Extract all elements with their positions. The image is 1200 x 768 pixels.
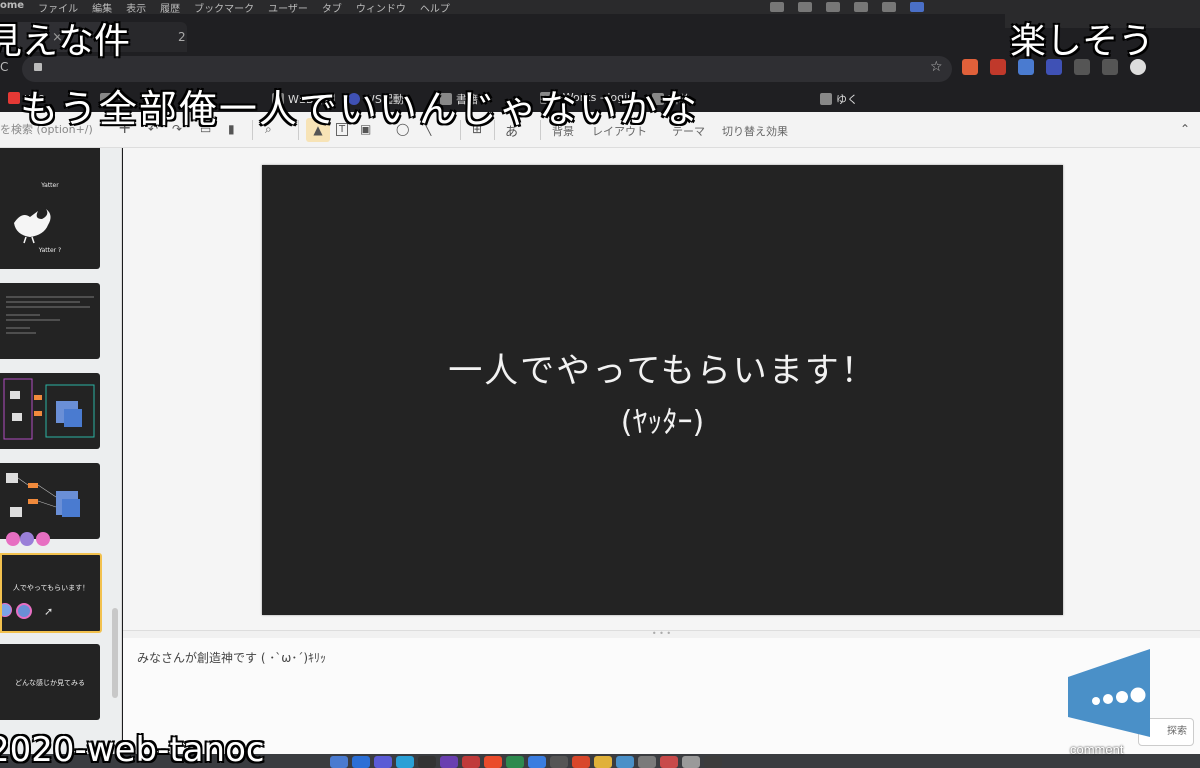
overlay-comment: 見えな件 xyxy=(0,20,131,63)
avatar xyxy=(2,603,12,617)
slide-thumbnail[interactable]: Yatter ? xyxy=(0,193,100,269)
volume-icon xyxy=(882,2,896,12)
extension-icon[interactable] xyxy=(962,59,978,75)
speaker-notes-text[interactable]: みなさんが創造神です ( ･`ω･´)ｷﾘｯ xyxy=(137,649,326,666)
dock-app-icon[interactable] xyxy=(572,756,590,768)
thumbnail-caption: Yatter ? xyxy=(38,247,62,254)
current-slide[interactable]: 一人でやってもらいます！ (ﾔｯﾀｰ) xyxy=(262,165,1063,615)
input-method-icon[interactable] xyxy=(910,2,924,12)
slide-filmstrip: Yatter Yatter ? 人でやってもらいます！ ➚ どんな感じか見てみる xyxy=(0,148,122,754)
architecture-diagram-preview xyxy=(3,378,95,440)
dock-app-icon[interactable] xyxy=(660,756,678,768)
overlay-comment: 2020-web-tanoc xyxy=(0,729,266,768)
battery-icon xyxy=(770,2,784,12)
bird-logo-icon xyxy=(14,209,51,244)
dock-app-icon[interactable] xyxy=(396,756,414,768)
slide-thumbnail[interactable] xyxy=(0,463,100,539)
dock-app-icon[interactable] xyxy=(704,756,722,768)
menu-item[interactable]: タブ xyxy=(322,0,342,14)
mouse-cursor-icon: ➚ xyxy=(44,605,54,618)
lock-icon[interactable] xyxy=(34,63,42,71)
wifi-icon xyxy=(854,2,868,12)
avatar xyxy=(36,532,50,546)
architecture-diagram-preview xyxy=(6,473,80,517)
slide-subtitle[interactable]: (ﾔｯﾀｰ) xyxy=(262,397,1063,441)
menu-item[interactable]: ヘルプ xyxy=(420,0,450,14)
bookmark-item[interactable]: ゆく xyxy=(820,91,858,107)
comment-screen-logo xyxy=(1068,649,1150,737)
avatar xyxy=(16,603,32,619)
status-icons xyxy=(770,0,924,12)
bookmark-icon xyxy=(820,93,832,105)
menu-item[interactable]: ウィンドウ xyxy=(356,0,406,14)
dock-app-icon[interactable] xyxy=(616,756,634,768)
dock-app-icon[interactable] xyxy=(484,756,502,768)
avatar xyxy=(6,532,20,546)
speaker-notes[interactable]: みなさんが創造神です ( ･`ω･´)ｷﾘｯ 探索 xyxy=(123,638,1200,754)
dock-app-icon[interactable] xyxy=(352,756,370,768)
slide-thumbnail[interactable]: Yatter xyxy=(0,148,100,198)
thumbnail-caption: Yatter xyxy=(41,182,59,189)
slide-thumbnail[interactable] xyxy=(0,373,100,449)
youtube-icon xyxy=(8,91,20,104)
cloud-icon xyxy=(798,2,812,12)
text-slide-preview xyxy=(6,296,94,334)
overlay-comment: 楽しそう xyxy=(1009,20,1155,63)
bookmark-star-icon[interactable]: ☆ xyxy=(930,59,943,75)
dock-app-icon[interactable] xyxy=(528,756,546,768)
dock-app-icon[interactable] xyxy=(462,756,480,768)
dock-app-icon[interactable] xyxy=(550,756,568,768)
notes-resize-handle[interactable]: • • • xyxy=(123,630,1200,638)
menu-item[interactable]: ユーザー xyxy=(268,0,308,14)
thumbnail-caption: どんな感じか見てみる xyxy=(15,679,85,687)
dock-app-icon[interactable] xyxy=(374,756,392,768)
collapse-toolbar-icon[interactable]: ⌃ xyxy=(1180,122,1190,136)
dock-app-icon[interactable] xyxy=(682,756,700,768)
dock-app-icon[interactable] xyxy=(594,756,612,768)
slide-thumbnail[interactable]: どんな感じか見てみる xyxy=(0,644,100,720)
menu-item[interactable]: 履歴 xyxy=(160,0,180,14)
extension-icon[interactable] xyxy=(990,59,1006,75)
menu-item[interactable]: ブックマーク xyxy=(194,0,254,14)
dock-app-icon[interactable] xyxy=(418,756,436,768)
tab-label: 2 xyxy=(178,30,186,44)
sync-icon xyxy=(826,2,840,12)
bookmark-label: ゆく xyxy=(836,93,858,106)
slide-title[interactable]: 一人でやってもらいます！ xyxy=(262,343,1063,392)
filmstrip-scrollbar[interactable] xyxy=(112,608,118,698)
slide-thumbnail-selected[interactable]: 人でやってもらいます！ ➚ xyxy=(0,553,102,633)
slide-thumbnail[interactable] xyxy=(0,283,100,359)
dock-app-icon[interactable] xyxy=(638,756,656,768)
dock-app-icon[interactable] xyxy=(440,756,458,768)
avatar xyxy=(20,532,34,546)
overlay-comment: もう全部俺一人でいいんじゃないかな xyxy=(19,86,699,132)
transition-button[interactable]: 切り替え効果 xyxy=(722,123,788,139)
logo-wordmark: comment xyxy=(1070,742,1124,757)
thumbnail-caption: 人でやってもらいます！ xyxy=(12,584,90,592)
dock-app-icon[interactable] xyxy=(330,756,348,768)
dock-app-icon[interactable] xyxy=(506,756,524,768)
